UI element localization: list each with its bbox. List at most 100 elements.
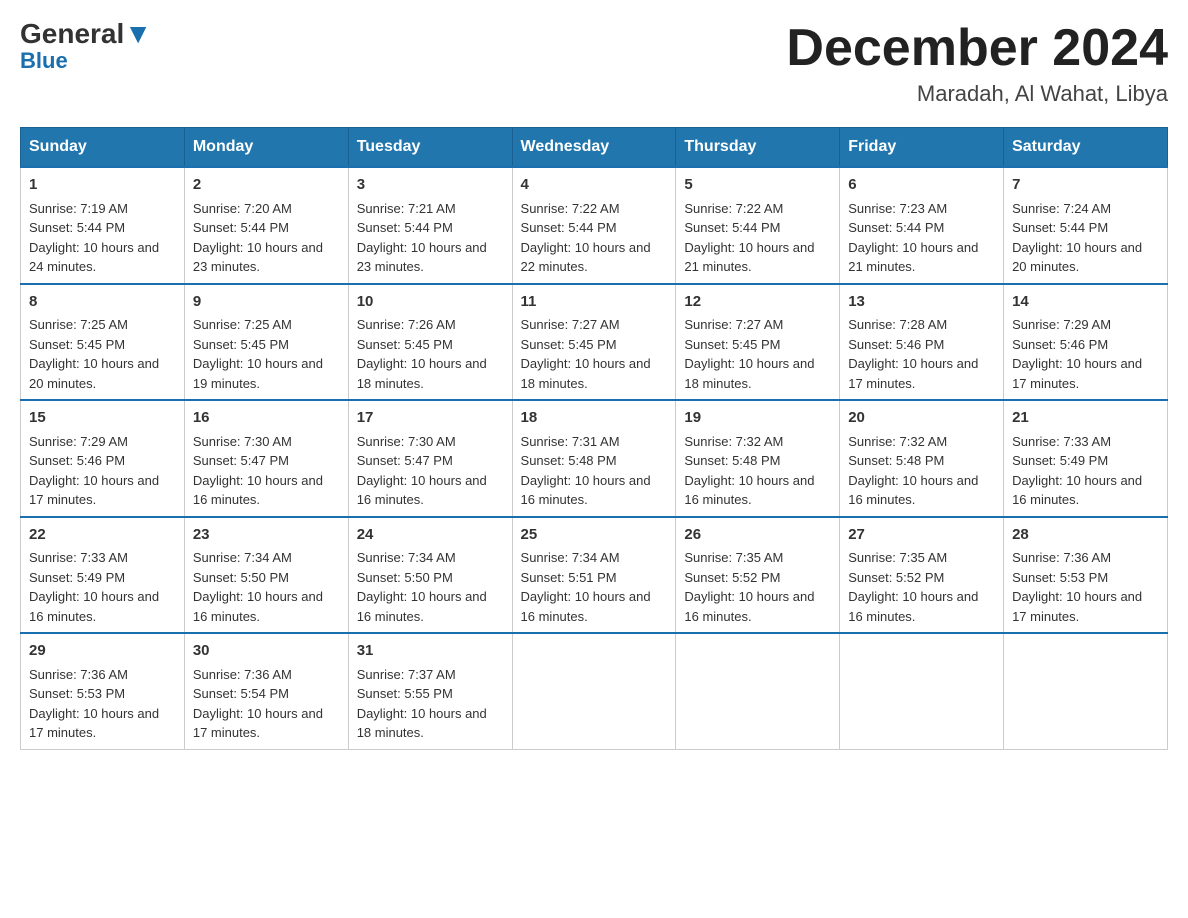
col-wednesday: Wednesday [512,128,676,168]
sunrise-info: Sunrise: 7:24 AM [1012,199,1159,219]
calendar-cell: 7Sunrise: 7:24 AMSunset: 5:44 PMDaylight… [1004,167,1168,284]
day-number: 14 [1012,291,1159,314]
calendar-cell: 5Sunrise: 7:22 AMSunset: 5:44 PMDaylight… [676,167,840,284]
sunset-info: Sunset: 5:45 PM [521,335,668,355]
sunrise-info: Sunrise: 7:25 AM [193,315,340,335]
sunset-info: Sunset: 5:50 PM [357,568,504,588]
calendar-cell [1004,633,1168,749]
day-number: 26 [684,524,831,547]
logo-blue-text: Blue [20,48,68,74]
sunrise-info: Sunrise: 7:27 AM [521,315,668,335]
day-number: 12 [684,291,831,314]
sunrise-info: Sunrise: 7:32 AM [684,432,831,452]
day-number: 11 [521,291,668,314]
sunset-info: Sunset: 5:52 PM [684,568,831,588]
calendar-cell: 28Sunrise: 7:36 AMSunset: 5:53 PMDayligh… [1004,517,1168,634]
sunset-info: Sunset: 5:48 PM [521,451,668,471]
sunrise-info: Sunrise: 7:23 AM [848,199,995,219]
sunset-info: Sunset: 5:44 PM [357,218,504,238]
logo-general: General▼ [20,20,152,48]
day-number: 15 [29,407,176,430]
calendar-week-row: 29Sunrise: 7:36 AMSunset: 5:53 PMDayligh… [21,633,1168,749]
daylight-info: Daylight: 10 hours and 17 minutes. [29,471,176,510]
sunset-info: Sunset: 5:44 PM [848,218,995,238]
sunset-info: Sunset: 5:45 PM [357,335,504,355]
day-number: 21 [1012,407,1159,430]
day-number: 23 [193,524,340,547]
daylight-info: Daylight: 10 hours and 16 minutes. [684,587,831,626]
day-number: 10 [357,291,504,314]
calendar-week-row: 1Sunrise: 7:19 AMSunset: 5:44 PMDaylight… [21,167,1168,284]
day-number: 4 [521,174,668,197]
day-number: 29 [29,640,176,663]
daylight-info: Daylight: 10 hours and 24 minutes. [29,238,176,277]
calendar-cell: 23Sunrise: 7:34 AMSunset: 5:50 PMDayligh… [184,517,348,634]
calendar-cell: 22Sunrise: 7:33 AMSunset: 5:49 PMDayligh… [21,517,185,634]
calendar-cell [840,633,1004,749]
sunrise-info: Sunrise: 7:34 AM [193,548,340,568]
logo: General▼ Blue [20,20,152,74]
sunrise-info: Sunrise: 7:22 AM [521,199,668,219]
sunset-info: Sunset: 5:54 PM [193,684,340,704]
calendar-cell: 9Sunrise: 7:25 AMSunset: 5:45 PMDaylight… [184,284,348,401]
calendar-cell: 12Sunrise: 7:27 AMSunset: 5:45 PMDayligh… [676,284,840,401]
daylight-info: Daylight: 10 hours and 18 minutes. [357,354,504,393]
sunrise-info: Sunrise: 7:25 AM [29,315,176,335]
sunset-info: Sunset: 5:44 PM [521,218,668,238]
sunset-info: Sunset: 5:45 PM [193,335,340,355]
daylight-info: Daylight: 10 hours and 22 minutes. [521,238,668,277]
sunrise-info: Sunrise: 7:33 AM [1012,432,1159,452]
day-number: 27 [848,524,995,547]
sunrise-info: Sunrise: 7:35 AM [848,548,995,568]
daylight-info: Daylight: 10 hours and 16 minutes. [193,587,340,626]
daylight-info: Daylight: 10 hours and 17 minutes. [29,704,176,743]
daylight-info: Daylight: 10 hours and 16 minutes. [193,471,340,510]
col-thursday: Thursday [676,128,840,168]
title-block: December 2024 Maradah, Al Wahat, Libya [786,20,1168,107]
logo-triangle-icon: ▼ [124,18,152,49]
calendar-cell: 18Sunrise: 7:31 AMSunset: 5:48 PMDayligh… [512,400,676,517]
sunrise-info: Sunrise: 7:36 AM [29,665,176,685]
daylight-info: Daylight: 10 hours and 19 minutes. [193,354,340,393]
calendar-cell: 24Sunrise: 7:34 AMSunset: 5:50 PMDayligh… [348,517,512,634]
calendar-cell: 15Sunrise: 7:29 AMSunset: 5:46 PMDayligh… [21,400,185,517]
day-number: 25 [521,524,668,547]
sunset-info: Sunset: 5:53 PM [29,684,176,704]
sunrise-info: Sunrise: 7:30 AM [193,432,340,452]
sunset-info: Sunset: 5:53 PM [1012,568,1159,588]
daylight-info: Daylight: 10 hours and 18 minutes. [684,354,831,393]
daylight-info: Daylight: 10 hours and 18 minutes. [357,704,504,743]
day-number: 20 [848,407,995,430]
calendar-cell: 26Sunrise: 7:35 AMSunset: 5:52 PMDayligh… [676,517,840,634]
day-number: 19 [684,407,831,430]
daylight-info: Daylight: 10 hours and 20 minutes. [1012,238,1159,277]
day-number: 31 [357,640,504,663]
calendar-cell: 16Sunrise: 7:30 AMSunset: 5:47 PMDayligh… [184,400,348,517]
sunrise-info: Sunrise: 7:20 AM [193,199,340,219]
sunset-info: Sunset: 5:49 PM [29,568,176,588]
day-number: 18 [521,407,668,430]
sunset-info: Sunset: 5:44 PM [684,218,831,238]
calendar-table: Sunday Monday Tuesday Wednesday Thursday… [20,127,1168,750]
day-number: 9 [193,291,340,314]
day-number: 5 [684,174,831,197]
sunset-info: Sunset: 5:47 PM [193,451,340,471]
col-monday: Monday [184,128,348,168]
sunset-info: Sunset: 5:46 PM [29,451,176,471]
sunrise-info: Sunrise: 7:29 AM [29,432,176,452]
daylight-info: Daylight: 10 hours and 16 minutes. [521,587,668,626]
sunset-info: Sunset: 5:47 PM [357,451,504,471]
day-number: 6 [848,174,995,197]
col-friday: Friday [840,128,1004,168]
calendar-cell: 20Sunrise: 7:32 AMSunset: 5:48 PMDayligh… [840,400,1004,517]
day-number: 16 [193,407,340,430]
daylight-info: Daylight: 10 hours and 23 minutes. [357,238,504,277]
calendar-week-row: 22Sunrise: 7:33 AMSunset: 5:49 PMDayligh… [21,517,1168,634]
sunrise-info: Sunrise: 7:36 AM [1012,548,1159,568]
daylight-info: Daylight: 10 hours and 20 minutes. [29,354,176,393]
calendar-cell: 3Sunrise: 7:21 AMSunset: 5:44 PMDaylight… [348,167,512,284]
day-number: 13 [848,291,995,314]
calendar-cell: 19Sunrise: 7:32 AMSunset: 5:48 PMDayligh… [676,400,840,517]
calendar-cell: 31Sunrise: 7:37 AMSunset: 5:55 PMDayligh… [348,633,512,749]
sunset-info: Sunset: 5:46 PM [1012,335,1159,355]
